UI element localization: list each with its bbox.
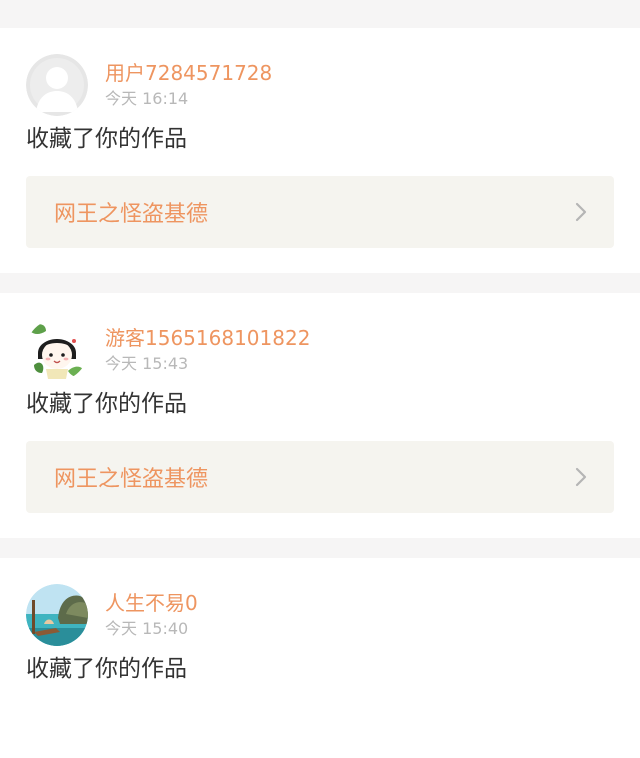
notification-header: 用户7284571728 今天 16:14 [26,52,614,116]
action-text: 收藏了你的作品 [26,126,187,152]
user-avatar[interactable] [26,584,88,646]
timestamp: 今天 15:43 [105,354,189,373]
chevron-right-icon [575,467,587,487]
notification-card: 游客1565168101822 今天 15:43 收藏了你的作品 网王之怪盗基德 [0,293,640,538]
notification-header: 游客1565168101822 今天 15:43 [26,317,614,381]
beach-photo-avatar-icon [26,584,88,646]
default-user-avatar-icon [26,54,88,116]
work-link-button[interactable]: 网王之怪盗基德 [26,441,614,513]
user-avatar[interactable] [26,54,88,116]
action-text: 收藏了你的作品 [26,391,187,417]
notification-card: 人生不易0 今天 15:40 收藏了你的作品 [0,558,640,758]
top-spacer [0,0,640,28]
notification-meta: 人生不易0 今天 15:40 [105,582,198,639]
username-link[interactable]: 人生不易0 [105,590,198,616]
username-link[interactable]: 用户7284571728 [105,60,272,86]
notification-header: 人生不易0 今天 15:40 [26,582,614,646]
work-link-button[interactable]: 网王之怪盗基德 [26,176,614,248]
timestamp: 今天 15:40 [105,619,189,638]
notification-meta: 游客1565168101822 今天 15:43 [105,317,310,374]
user-avatar[interactable] [26,319,88,381]
action-text: 收藏了你的作品 [26,656,187,682]
chevron-right-icon [575,202,587,222]
notification-card: 用户7284571728 今天 16:14 收藏了你的作品 网王之怪盗基德 [0,28,640,273]
cartoon-girl-avatar-icon [26,319,88,381]
work-title: 网王之怪盗基德 [54,202,209,227]
notification-meta: 用户7284571728 今天 16:14 [105,52,272,109]
timestamp: 今天 16:14 [105,89,189,108]
username-link[interactable]: 游客1565168101822 [105,325,310,351]
work-title: 网王之怪盗基德 [54,467,209,492]
